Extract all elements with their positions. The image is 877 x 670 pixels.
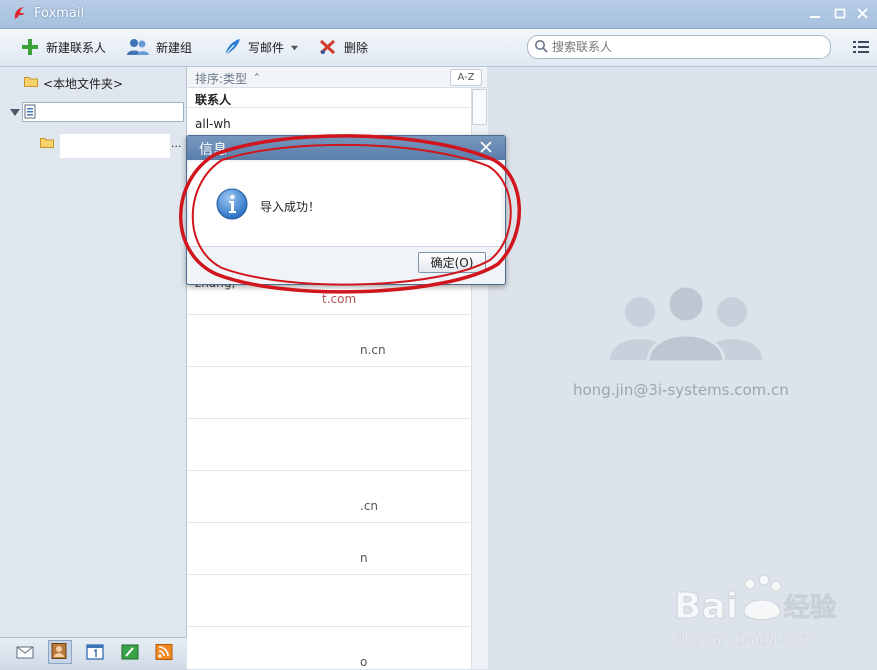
contact-email-snippet: n.cn <box>360 343 386 357</box>
chevron-down-icon[interactable] <box>290 43 299 52</box>
row-divider <box>187 314 470 315</box>
feather-pen-icon <box>224 39 240 56</box>
search-input[interactable] <box>550 38 824 56</box>
row-divider <box>187 366 470 367</box>
watermark-brand-2: 经验 <box>784 592 836 623</box>
contact-email-display: hong.jin@3i-systems.com.cn <box>573 381 789 399</box>
row-divider <box>187 574 470 575</box>
search-box[interactable] <box>527 35 831 59</box>
red-annotation-ellipse <box>179 134 521 294</box>
watermark-url: jingyan.baidu.com <box>675 630 814 648</box>
new-contact-button[interactable]: 新建联系人 <box>20 37 106 57</box>
search-icon <box>535 40 548 53</box>
folder-icon <box>24 77 38 87</box>
window-title: Foxmail <box>34 6 85 21</box>
minimize-icon <box>810 16 820 18</box>
row-divider <box>187 522 470 523</box>
title-bar <box>0 0 877 29</box>
calendar-module-icon[interactable] <box>86 644 104 660</box>
mail-module-icon[interactable] <box>16 644 34 660</box>
contact-name[interactable]: all-wh <box>195 117 231 131</box>
row-divider <box>187 470 470 471</box>
plus-icon <box>22 39 38 55</box>
contact-email-snippet: o <box>360 655 368 669</box>
sort-type-button[interactable]: 排序:类型 ˄ <box>195 70 260 87</box>
close-window-button[interactable] <box>854 6 872 22</box>
address-book-icon <box>24 104 36 119</box>
row-divider <box>187 626 470 627</box>
row-divider <box>187 418 470 419</box>
local-folder-item[interactable]: <本地文件夹> <box>43 75 123 92</box>
close-icon <box>857 8 868 19</box>
chevron-up-icon: ˄ <box>253 72 260 86</box>
delete-label: 删除 <box>344 40 369 55</box>
delete-button[interactable]: 删除 <box>318 37 368 57</box>
address-book-item[interactable] <box>22 102 184 122</box>
new-contact-label: 新建联系人 <box>46 40 107 55</box>
list-menu-icon[interactable] <box>853 40 869 54</box>
new-group-label: 新建组 <box>156 40 193 55</box>
folder-icon <box>40 138 54 148</box>
contact-email-snippet: n <box>360 551 368 565</box>
watermark-brand: Bai <box>674 586 738 627</box>
new-group-button[interactable]: 新建组 <box>126 37 192 57</box>
scrollbar-thumb[interactable] <box>472 89 487 125</box>
blurred-group-item[interactable] <box>60 134 170 158</box>
contacts-module-icon <box>51 643 67 659</box>
write-mail-button[interactable]: 写邮件 <box>222 37 299 57</box>
group-header: 联系人 <box>195 93 232 107</box>
notes-module-icon[interactable] <box>121 644 139 660</box>
sort-label: 排序:类型 <box>195 72 248 86</box>
delete-icon <box>319 39 336 55</box>
contact-email-snippet: .cn <box>360 499 379 513</box>
contacts-placeholder-icon <box>610 284 762 362</box>
baidu-watermark-logo: Bai 经验 jingyan.baidu.com <box>674 574 836 648</box>
write-mail-label: 写邮件 <box>248 40 285 55</box>
foxmail-logo-icon <box>14 7 24 19</box>
group-icon <box>127 39 149 55</box>
expand-arrow-icon[interactable] <box>10 109 20 117</box>
rss-module-icon[interactable] <box>155 644 173 660</box>
row-divider <box>187 107 470 108</box>
az-sort-button[interactable]: A-Z <box>450 69 482 86</box>
minimize-button[interactable] <box>806 6 824 22</box>
maximize-icon <box>834 8 846 19</box>
maximize-button[interactable] <box>831 6 849 22</box>
